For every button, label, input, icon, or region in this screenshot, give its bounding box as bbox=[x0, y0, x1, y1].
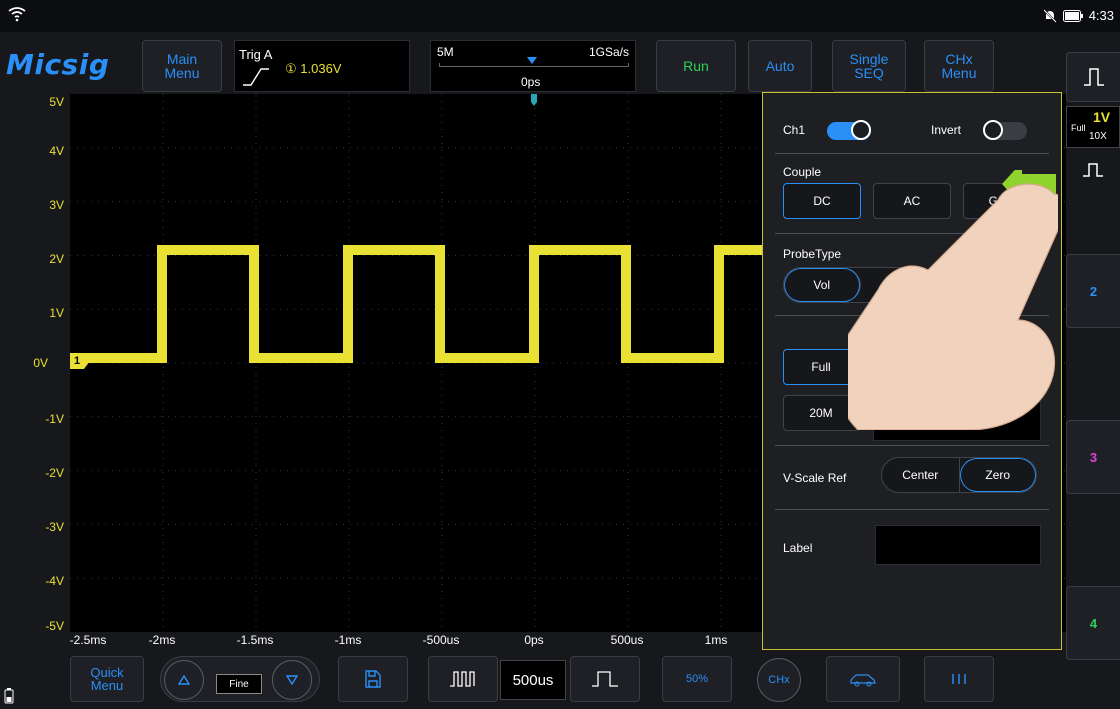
cursor-button[interactable] bbox=[826, 656, 900, 702]
vscale-zero-option[interactable]: Zero bbox=[959, 458, 1036, 492]
couple-gnd-button[interactable]: GND bbox=[963, 183, 1041, 219]
v-label: 5V bbox=[49, 95, 64, 109]
quick-menu-button[interactable]: Quick Menu bbox=[70, 656, 144, 702]
trigger-time-marker-icon bbox=[531, 94, 537, 106]
bandwidth-value-field[interactable] bbox=[873, 401, 1041, 441]
status-bar: 4:33 bbox=[0, 0, 1120, 32]
h-label: 500us bbox=[610, 633, 644, 647]
label-input[interactable] bbox=[875, 525, 1041, 565]
ch4-tile[interactable]: 4 bbox=[1066, 586, 1120, 660]
couple-ac-button[interactable]: AC bbox=[873, 183, 951, 219]
time-offset: 0ps bbox=[521, 75, 541, 89]
ch1-mini-wave-icon bbox=[1066, 152, 1120, 188]
invert-label: Invert bbox=[931, 123, 962, 137]
ch1-toggle[interactable] bbox=[827, 120, 871, 140]
car-icon bbox=[850, 674, 876, 687]
dense-wave-icon bbox=[450, 671, 475, 687]
trigger-level: ① 1.036V bbox=[285, 61, 342, 76]
v-label: 4V bbox=[49, 144, 64, 158]
ch1-trace bbox=[80, 245, 770, 363]
h-label: -1ms bbox=[334, 633, 362, 647]
ch1-bw: Full bbox=[1071, 123, 1086, 133]
chx-button[interactable]: CHx bbox=[757, 658, 801, 702]
ch1-probe: 10X bbox=[1089, 131, 1107, 142]
trigger-source: Trig A bbox=[239, 47, 273, 62]
channel-settings-panel: Ch1 Invert Couple DC AC GND ProbeType Vo… bbox=[762, 92, 1062, 650]
ch3-tile[interactable]: 3 bbox=[1066, 420, 1120, 494]
wifi-icon bbox=[8, 7, 26, 22]
bandwidth-full-button[interactable]: Full bbox=[783, 349, 859, 385]
more-button[interactable] bbox=[924, 656, 994, 702]
h-label: -1.5ms bbox=[236, 633, 274, 647]
auto-button[interactable]: Auto bbox=[748, 40, 812, 92]
h-label: 1ms bbox=[704, 633, 728, 647]
couple-label: Couple bbox=[783, 165, 822, 179]
trigger-position-icon bbox=[527, 57, 537, 64]
square-wave-icon bbox=[1083, 68, 1104, 86]
label-label: Label bbox=[783, 541, 813, 555]
sparse-wave-icon bbox=[592, 671, 618, 687]
save-icon bbox=[365, 670, 381, 688]
sample-rate: 1GSa/s bbox=[588, 45, 629, 59]
couple-dc-button[interactable]: DC bbox=[783, 183, 861, 219]
up-arrow-button[interactable] bbox=[164, 660, 204, 700]
ch1-waveform-tile[interactable] bbox=[1066, 52, 1120, 102]
fifty-percent-button[interactable]: 50% bbox=[662, 656, 732, 702]
vscale-ref-selector[interactable]: Center Zero bbox=[881, 457, 1037, 493]
clock: 4:33 bbox=[1088, 8, 1114, 23]
trigger-info[interactable]: Trig A ① 1.036V bbox=[234, 40, 410, 92]
invert-toggle[interactable] bbox=[983, 120, 1027, 140]
channel-column: Full 1V 10X 2 3 4 bbox=[1066, 40, 1120, 660]
memory-depth: 5M bbox=[437, 45, 454, 59]
battery-icon bbox=[1062, 9, 1083, 22]
vscale-center-option[interactable]: Center bbox=[882, 458, 960, 492]
timebase-decrease-button[interactable] bbox=[428, 656, 498, 702]
bars-icon bbox=[952, 674, 966, 684]
run-button[interactable]: Run bbox=[656, 40, 736, 92]
probetype-label: ProbeType bbox=[783, 247, 842, 261]
ch2-tile[interactable]: 2 bbox=[1066, 254, 1120, 328]
v-label: 2V bbox=[49, 252, 64, 266]
h-label: -500us bbox=[422, 633, 460, 647]
bandwidth-20m-button[interactable]: 20M bbox=[783, 395, 859, 431]
rising-edge-icon bbox=[243, 68, 269, 86]
h-label: 0ps bbox=[524, 633, 544, 647]
v-label: -2V bbox=[45, 466, 64, 480]
down-arrow-button[interactable] bbox=[272, 660, 312, 700]
main-menu-button[interactable]: Main Menu bbox=[142, 40, 222, 92]
probetype-selector[interactable]: Vol Cur bbox=[783, 267, 937, 303]
timebase-increase-button[interactable] bbox=[570, 656, 640, 702]
save-button[interactable] bbox=[338, 656, 408, 702]
probe-cur-option[interactable]: Cur bbox=[861, 268, 937, 302]
v-label: 0V bbox=[33, 356, 48, 370]
h-label: -2.5ms bbox=[69, 633, 107, 647]
fine-toggle[interactable]: Fine bbox=[216, 674, 262, 694]
v-label: -4V bbox=[45, 574, 64, 588]
v-label: -3V bbox=[45, 520, 64, 534]
probe-vol-option[interactable]: Vol bbox=[784, 268, 861, 302]
v-label: -5V bbox=[45, 619, 64, 633]
oscilloscope-app: 4:33 Micsig Main Menu Trig A ① 1.036V 5M… bbox=[0, 0, 1120, 709]
timebase-value[interactable]: 500us bbox=[500, 660, 566, 700]
timebase-info[interactable]: 5M 1GSa/s 0ps bbox=[430, 40, 636, 92]
vscale-ref-label: V-Scale Ref bbox=[783, 471, 847, 485]
v-label: -1V bbox=[45, 412, 64, 426]
v-label: 3V bbox=[49, 198, 64, 212]
ch1-label: Ch1 bbox=[783, 123, 806, 137]
single-seq-button[interactable]: Single SEQ bbox=[832, 40, 906, 92]
triangle-down-icon bbox=[286, 675, 298, 685]
status-right: 4:33 bbox=[1042, 8, 1114, 23]
bandwidth-custom-field[interactable] bbox=[873, 349, 1041, 385]
v-label: 1V bbox=[49, 306, 64, 320]
ch1-info[interactable]: Full 1V 10X bbox=[1066, 106, 1120, 148]
ch1-scale: 1V bbox=[1093, 109, 1111, 125]
h-label: -2ms bbox=[148, 633, 176, 647]
brand-logo: Micsig bbox=[6, 48, 110, 81]
battery-status-icon bbox=[4, 688, 14, 704]
triangle-up-icon bbox=[178, 675, 190, 685]
chx-menu-button[interactable]: CHx Menu bbox=[924, 40, 994, 92]
mute-icon bbox=[1042, 8, 1057, 23]
